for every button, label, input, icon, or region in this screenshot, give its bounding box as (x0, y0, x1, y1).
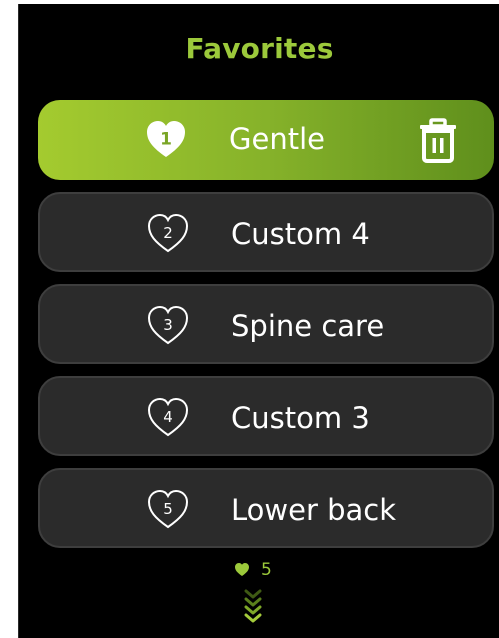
chevrons-down-icon[interactable] (243, 588, 263, 624)
favorite-label: Custom 3 (231, 401, 370, 435)
favorite-label: Custom 4 (231, 217, 370, 251)
favorite-number: 2 (163, 224, 173, 242)
trash-icon[interactable] (415, 118, 461, 164)
favorite-item-4[interactable]: 4 Custom 3 (38, 376, 494, 456)
favorite-number: 5 (163, 500, 173, 518)
device-screen: Favorites 1 Gentle 2 Custom 4 3 Spine ca… (18, 4, 499, 638)
favorite-item-2[interactable]: 2 Custom 4 (38, 192, 494, 272)
heart-number-icon: 4 (146, 396, 190, 438)
favorites-count: 5 (261, 560, 272, 580)
favorite-label: Gentle (229, 122, 325, 156)
favorite-number: 4 (163, 408, 173, 426)
heart-icon (235, 563, 249, 576)
page-title: Favorites (185, 32, 334, 65)
favorite-label: Lower back (231, 493, 397, 527)
heart-number-icon: 5 (146, 488, 190, 530)
heart-number-icon: 3 (146, 304, 190, 346)
favorites-count-indicator: 5 (234, 560, 294, 580)
favorite-number: 3 (163, 316, 173, 334)
favorite-item-1[interactable]: 1 Gentle (38, 100, 494, 180)
favorite-item-3[interactable]: 3 Spine care (38, 284, 494, 364)
heart-number-icon: 1 (144, 118, 188, 160)
favorite-number: 1 (160, 130, 172, 150)
favorite-label: Spine care (231, 309, 385, 343)
heart-number-icon: 2 (146, 212, 190, 254)
favorite-item-5[interactable]: 5 Lower back (38, 468, 494, 548)
